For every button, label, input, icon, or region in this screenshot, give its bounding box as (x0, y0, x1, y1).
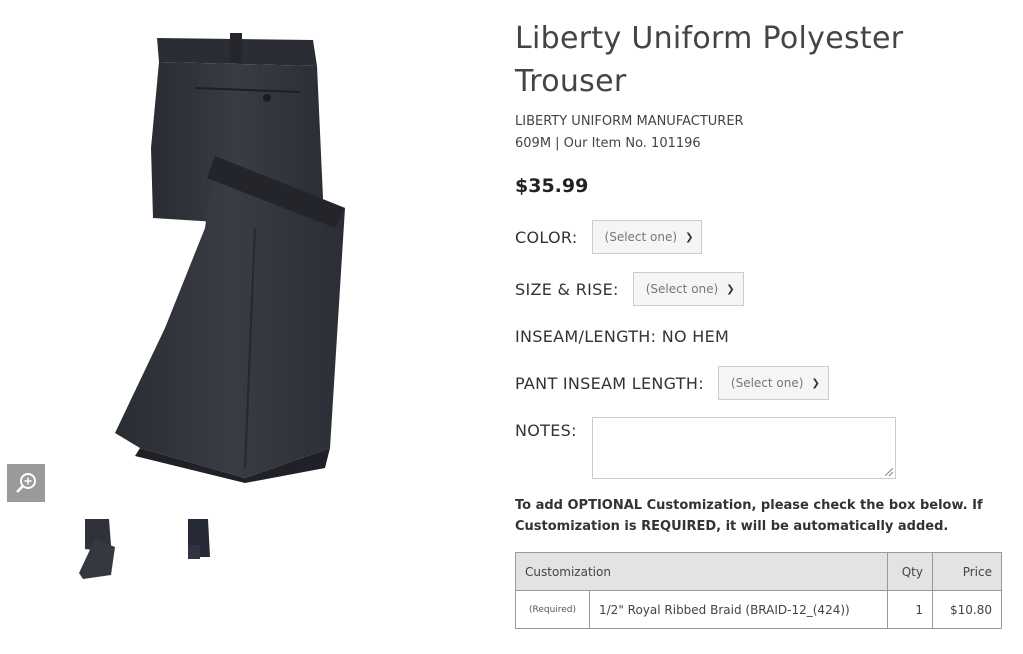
inseam-length-label: INSEAM/LENGTH: NO HEM (515, 327, 730, 346)
qty-header: Qty (887, 552, 933, 591)
size-rise-select[interactable]: (Select one) ❯ (632, 272, 744, 306)
inseam-length-info: INSEAM/LENGTH: NO HEM (515, 327, 729, 346)
color-select[interactable]: (Select one) ❯ (591, 220, 703, 254)
chevron-down-icon: ❯ (811, 377, 820, 389)
thumbnail-2[interactable] (180, 515, 216, 561)
product-main-image[interactable] (95, 28, 355, 483)
customization-price: $10.80 (932, 590, 1002, 629)
pant-inseam-label: PANT INSEAM LENGTH: (515, 373, 704, 393)
color-label: COLOR: (515, 227, 578, 247)
resize-grip-icon[interactable] (885, 468, 893, 476)
notes-label: NOTES: (515, 421, 577, 440)
customization-header-row: Customization Qty Price (515, 552, 1002, 591)
pant-inseam-option: PANT INSEAM LENGTH: (Select one) ❯ (515, 366, 829, 400)
notes-option: NOTES: (515, 421, 577, 440)
product-price: $35.99 (515, 175, 589, 197)
required-status: (Required) (515, 590, 590, 629)
table-row: (Required) 1/2" Royal Ribbed Braid (BRAI… (515, 590, 1002, 629)
price-header: Price (932, 552, 1002, 591)
item-number: 609M | Our Item No. 101196 (515, 136, 701, 151)
zoom-button[interactable] (7, 464, 45, 502)
color-option: COLOR: (Select one) ❯ (515, 220, 703, 254)
chevron-down-icon: ❯ (685, 231, 694, 243)
product-gallery (0, 0, 500, 654)
customization-table: Customization Qty Price (Required) 1/2" … (515, 552, 1002, 629)
thumbnail-1[interactable] (75, 515, 131, 581)
manufacturer-name: LIBERTY UNIFORM MANUFACTURER (515, 114, 744, 129)
pant-inseam-select[interactable]: (Select one) ❯ (717, 366, 829, 400)
size-rise-select-value: (Select one) (645, 282, 719, 296)
size-rise-option: SIZE & RISE: (Select one) ❯ (515, 272, 744, 306)
customization-name: 1/2" Royal Ribbed Braid (BRAID-12_(424)) (589, 590, 888, 629)
customization-header: Customization (515, 552, 888, 591)
customization-qty: 1 (887, 590, 933, 629)
zoom-in-icon (16, 473, 36, 493)
pant-inseam-select-value: (Select one) (730, 376, 804, 390)
color-select-value: (Select one) (604, 230, 678, 244)
notes-textarea[interactable] (592, 417, 896, 479)
customization-note: To add OPTIONAL Customization, please ch… (515, 498, 983, 534)
size-rise-label: SIZE & RISE: (515, 279, 619, 299)
product-title: Liberty Uniform Polyester Trouser (515, 21, 904, 99)
chevron-down-icon: ❯ (726, 283, 735, 295)
